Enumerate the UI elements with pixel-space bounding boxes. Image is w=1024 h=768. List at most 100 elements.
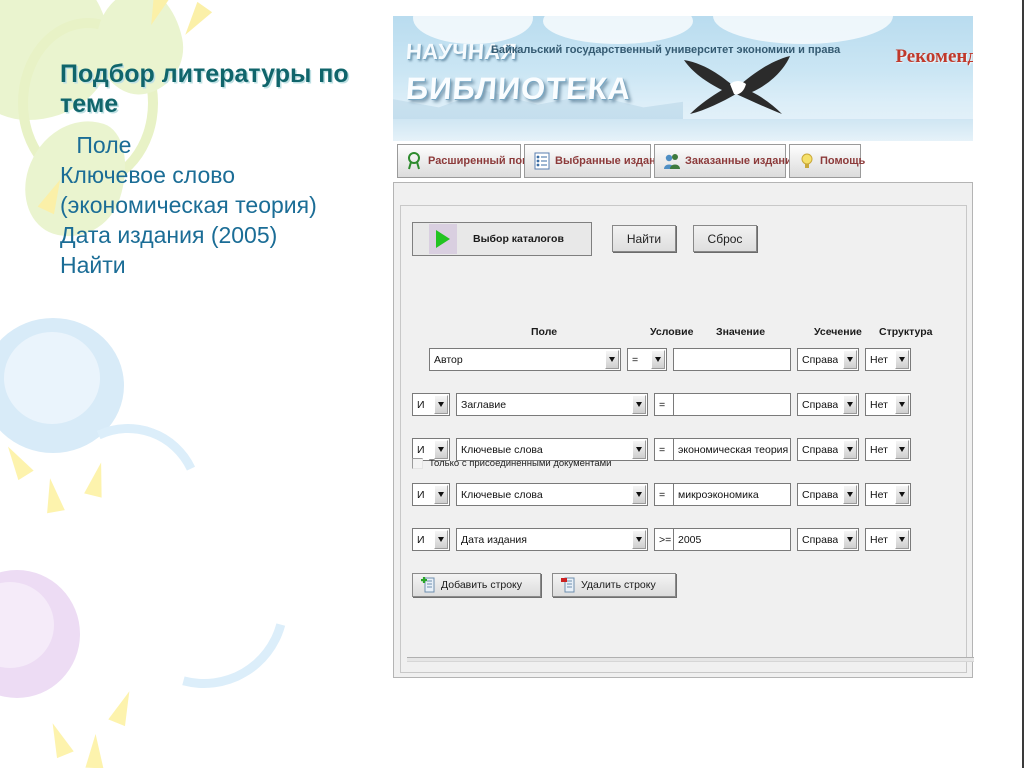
blue-balloon-shape <box>0 318 124 453</box>
site-banner: НАУЧНАЯ Байкальский государственный унив… <box>393 16 973 141</box>
catalog-button-label: Выбор каталогов <box>473 233 564 245</box>
structure-select[interactable]: Нет <box>865 348 911 371</box>
field-select[interactable]: Ключевые слова <box>456 483 648 506</box>
tab-selected-editions[interactable]: Выбранные издания <box>524 144 669 178</box>
slide-text-column: Подбор литературы по теме Поле Ключевое … <box>60 60 380 280</box>
water-shape <box>393 119 973 141</box>
structure-select[interactable]: Нет <box>865 438 911 461</box>
delete-row-label: Удалить строку <box>581 579 656 591</box>
purple-balloon-highlight <box>0 582 54 668</box>
add-document-icon <box>421 577 435 593</box>
search-row: Автор = Справа Нет <box>401 348 961 371</box>
truncation-select[interactable]: Справа <box>797 393 859 416</box>
tab-help[interactable]: Помощь <box>789 144 865 178</box>
presentation-slide: Подбор литературы по теме Поле Ключевое … <box>0 0 1024 768</box>
condition-select[interactable]: = <box>627 348 667 371</box>
structure-select[interactable]: Нет <box>865 393 911 416</box>
search-row: И Дата издания >= 2005 Справа Нет <box>401 528 961 551</box>
search-row: И Заглавие = Справа Нет <box>401 393 961 416</box>
swoosh-shape <box>33 403 223 593</box>
field-select[interactable]: Автор <box>429 348 621 371</box>
navigation-tabs[interactable]: Расширенный поиск Выбранные издания Зака… <box>393 144 973 180</box>
reset-button[interactable]: Сброс <box>693 225 757 252</box>
find-button[interactable]: Найти <box>612 225 676 252</box>
chevron-down-icon[interactable] <box>843 395 857 414</box>
ray-shape <box>177 1 213 41</box>
structure-select[interactable]: Нет <box>865 528 911 551</box>
chevron-down-icon[interactable] <box>632 440 646 459</box>
value-input[interactable]: экономическая теория <box>673 438 791 461</box>
boolean-select[interactable]: И <box>412 483 450 506</box>
structure-select[interactable]: Нет <box>865 483 911 506</box>
boolean-select[interactable]: И <box>412 393 450 416</box>
column-header-structure: Структура <box>879 326 933 338</box>
tab-ordered-editions[interactable]: Заказанные издания <box>654 144 798 178</box>
column-header-field: Поле <box>531 326 558 338</box>
chevron-down-icon[interactable] <box>651 350 665 369</box>
ray-shape <box>41 476 65 514</box>
chevron-down-icon[interactable] <box>895 485 909 504</box>
embedded-browser-screenshot: НАУЧНАЯ Байкальский государственный унив… <box>393 16 974 678</box>
purple-balloon-shape <box>0 570 80 698</box>
people-icon <box>664 152 680 170</box>
chevron-down-icon[interactable] <box>632 395 646 414</box>
chevron-down-icon[interactable] <box>434 530 448 549</box>
attached-documents-checkbox[interactable] <box>412 458 423 469</box>
chevron-down-icon[interactable] <box>843 485 857 504</box>
chevron-down-icon[interactable] <box>605 350 619 369</box>
bullet-item: Ключевое слово (экономическая теория) <box>60 161 317 218</box>
banner-recommend-label: Рекоменд <box>895 46 973 67</box>
catalog-select-button[interactable]: Выбор каталогов <box>412 222 592 256</box>
page-title: Подбор литературы по теме <box>60 60 349 118</box>
blue-balloon-highlight <box>4 332 100 424</box>
chevron-down-icon[interactable] <box>434 485 448 504</box>
chevron-down-icon[interactable] <box>843 440 857 459</box>
attached-documents-label: Только с присоединенными документами <box>429 458 612 469</box>
swoosh-shape <box>89 489 319 719</box>
add-row-label: Добавить строку <box>441 579 523 591</box>
chevron-down-icon[interactable] <box>895 395 909 414</box>
truncation-select[interactable]: Справа <box>797 438 859 461</box>
chevron-down-icon[interactable] <box>434 440 448 459</box>
search-row: И Ключевые слова = микроэкономика Справа… <box>401 483 961 506</box>
ray-shape <box>142 0 172 29</box>
value-input[interactable] <box>673 393 791 416</box>
value-input[interactable]: микроэкономика <box>673 483 791 506</box>
attached-documents-checkbox-row[interactable]: Только с присоединенными документами <box>412 458 612 469</box>
truncation-select[interactable]: Справа <box>797 483 859 506</box>
field-select[interactable]: Дата издания <box>456 528 648 551</box>
checklist-icon <box>534 152 550 170</box>
tab-advanced-search[interactable]: Расширенный поиск <box>397 144 540 178</box>
bullet-item: Найти <box>60 251 126 278</box>
truncation-select[interactable]: Справа <box>797 528 859 551</box>
column-header-condition: Условие <box>650 326 694 338</box>
tab-label: Заказанные издания <box>685 155 799 167</box>
chevron-down-icon[interactable] <box>895 440 909 459</box>
truncation-select[interactable]: Справа <box>797 348 859 371</box>
chevron-down-icon[interactable] <box>632 530 646 549</box>
advanced-search-panel: Выбор каталогов Найти Сброс Поле Условие… <box>393 182 974 678</box>
banner-word-library: БИБЛИОТЕКА <box>404 71 633 106</box>
delete-row-button[interactable]: Удалить строку <box>552 573 676 597</box>
boolean-select[interactable]: И <box>412 528 450 551</box>
chevron-down-icon[interactable] <box>632 485 646 504</box>
value-input[interactable]: 2005 <box>673 528 791 551</box>
add-row-button[interactable]: Добавить строку <box>412 573 541 597</box>
chevron-down-icon[interactable] <box>895 530 909 549</box>
column-header-value: Значение <box>716 326 766 338</box>
ray-shape <box>85 733 105 768</box>
ray-shape <box>0 441 34 481</box>
lightbulb-icon <box>799 152 815 170</box>
chevron-down-icon[interactable] <box>843 350 857 369</box>
panel-bottom-divider <box>407 657 974 662</box>
delete-document-icon <box>561 577 575 593</box>
field-select[interactable]: Заглавие <box>456 393 648 416</box>
chevron-down-icon[interactable] <box>434 395 448 414</box>
bullet-item: Поле <box>70 132 132 158</box>
chevron-down-icon[interactable] <box>843 530 857 549</box>
chevron-down-icon[interactable] <box>895 350 909 369</box>
value-input[interactable] <box>673 348 791 371</box>
ray-shape <box>84 460 110 498</box>
tab-label: Выбранные издания <box>555 155 669 167</box>
magnifier-icon <box>407 152 423 170</box>
